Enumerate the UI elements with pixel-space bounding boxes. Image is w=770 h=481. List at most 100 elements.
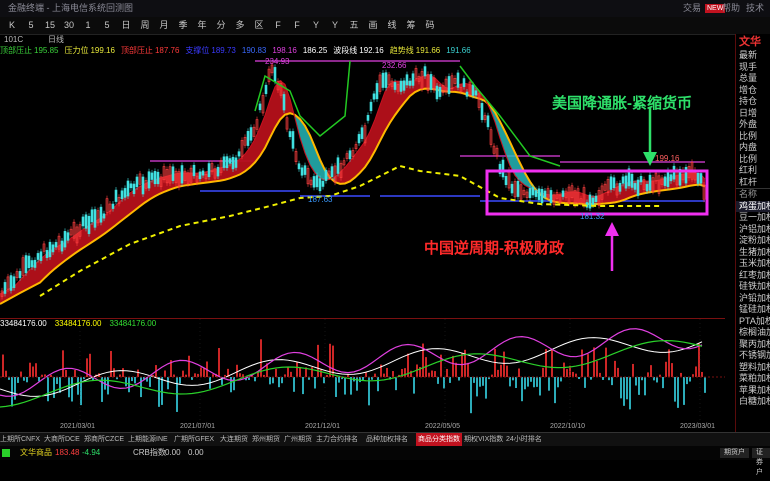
price-label-p1: 234.93 [265, 57, 290, 66]
candle-body [465, 91, 469, 97]
toolbar-button-15[interactable]: F [289, 19, 305, 32]
candle-body [369, 101, 373, 112]
candle-body [48, 241, 52, 258]
symbol-code[interactable]: 101C [4, 35, 23, 45]
instrument-list-item[interactable]: 玉米加权 [736, 258, 770, 270]
toolbar-button-4[interactable]: 1 [80, 19, 96, 32]
candle-body [207, 163, 211, 178]
candle-body [282, 94, 286, 111]
toolbar-button-6[interactable]: 日 [118, 19, 134, 32]
toolbar: K 5 15 30 1 5 日周月季年分多区 F F Y Y 五画线筹码 [0, 17, 770, 35]
instrument-list-item[interactable]: 生猪加权 [736, 247, 770, 259]
toolbar-button-7[interactable]: 周 [137, 19, 153, 32]
legend-value-0: 195.85 [34, 46, 59, 55]
candle-body [66, 232, 70, 241]
toolbar-button-11[interactable]: 分 [213, 19, 229, 32]
toolbar-button-18[interactable]: 五 [346, 19, 362, 32]
candle-body [198, 171, 202, 179]
legend-value-3: 189.73 [211, 46, 236, 55]
candle-body [45, 250, 49, 258]
tab-9[interactable]: 品种加权排名 [366, 433, 408, 446]
tab-10[interactable]: 商品分类指数 [416, 433, 462, 446]
futures-account-button[interactable]: 期货户 [720, 448, 749, 458]
tab-5[interactable]: 大连期货 [220, 433, 248, 446]
instrument-list-item[interactable]: 沪铅加权 [736, 293, 770, 305]
candle-body [663, 176, 667, 186]
instrument-list-item[interactable]: 菜粕加权 [736, 373, 770, 385]
tab-2[interactable]: 郑商所CZCE [84, 433, 124, 446]
instrument-list-item[interactable]: 棕榈油加权 [736, 327, 770, 339]
instrument-list-item[interactable]: 聚丙加权 [736, 339, 770, 351]
instrument-list-item[interactable]: 不锈钢加权 [736, 350, 770, 362]
tab-4[interactable]: 广期所GFEX [174, 433, 214, 446]
toolbar-button-2[interactable]: 15 [42, 19, 58, 32]
tab-6[interactable]: 郑州期货 [252, 433, 280, 446]
quote-field-3: 增仓 [739, 84, 758, 95]
legend-value-6: 186.25 [302, 46, 328, 55]
tab-3[interactable]: 上期能源INE [128, 433, 168, 446]
tab-8[interactable]: 主力合约排名 [316, 433, 358, 446]
candle-body [291, 131, 295, 149]
candle-body [249, 127, 253, 141]
candle-body [156, 171, 160, 185]
instrument-list-item[interactable]: PTA加权 [736, 316, 770, 328]
help-button[interactable]: 帮助 [722, 0, 740, 17]
toolbar-button-21[interactable]: 筹 [403, 19, 419, 32]
candle-body [99, 206, 103, 223]
candle-body [318, 178, 322, 192]
toolbar-button-8[interactable]: 月 [156, 19, 172, 32]
legend-value-1: 199.16 [90, 46, 115, 55]
instrument-list-item[interactable]: 苹果加权 [736, 385, 770, 397]
candle-body [321, 180, 325, 187]
volume-indicator-chart[interactable]: 2021/03/01 2021/07/01 2021/12/01 2022/05/05… [0, 318, 725, 431]
candle-body [438, 86, 442, 97]
instrument-list-item[interactable]: 白糖加权 [736, 396, 770, 408]
toolbar-button-20[interactable]: 线 [384, 19, 400, 32]
instrument-list-item[interactable]: 沪铝加权 [736, 224, 770, 236]
toolbar-button-19[interactable]: 画 [365, 19, 381, 32]
tech-button[interactable]: 技术 [746, 0, 764, 17]
instrument-list-item[interactable]: 红枣加权 [736, 270, 770, 282]
instrument-list-item[interactable]: 塑料加权 [736, 362, 770, 374]
candle-body [348, 150, 352, 160]
candle-body [594, 195, 598, 203]
candle-body [648, 174, 652, 191]
tab-12[interactable]: 24小时排名 [506, 433, 542, 446]
instrument-list-item[interactable]: 鸡蛋加权 [736, 200, 770, 212]
title-bar: 金融终端 - 上海电信 系统回测图 交易 NEW 帮助 技术 [0, 0, 770, 17]
tab-11[interactable]: 期权VIX指数 [464, 433, 503, 446]
candle-body [237, 151, 241, 157]
toolbar-button-10[interactable]: 年 [194, 19, 210, 32]
tab-0[interactable]: 上期所CNFX [0, 433, 40, 446]
toolbar-button-3[interactable]: 30 [61, 19, 77, 32]
toolbar-button-14[interactable]: F [270, 19, 286, 32]
toolbar-button-1[interactable]: 5 [23, 19, 39, 32]
period-select[interactable]: 日线 [48, 35, 64, 45]
toolbar-button-0[interactable]: K [4, 19, 20, 32]
candle-body [102, 213, 106, 219]
trade-button[interactable]: 交易 [683, 0, 701, 17]
instrument-list-item[interactable]: 锰硅加权 [736, 304, 770, 316]
toolbar-button-16[interactable]: Y [308, 19, 324, 32]
candle-body [132, 183, 136, 194]
legend-value-2: 187.76 [154, 46, 180, 55]
toolbar-button-9[interactable]: 季 [175, 19, 191, 32]
quote-panel: 文华 最新现手总量增仓持仓日增外盘比例内盘比例红利杠杆 名称 鸡蛋加权豆一加权沪… [735, 34, 770, 432]
toolbar-button-17[interactable]: Y [327, 19, 343, 32]
instrument-list-item[interactable]: 硅铁加权 [736, 281, 770, 293]
toolbar-button-5[interactable]: 5 [99, 19, 115, 32]
instrument-list-item[interactable]: 淀粉加权 [736, 235, 770, 247]
tab-7[interactable]: 广州期货 [284, 433, 312, 446]
securities-account-button[interactable]: 证券户 [752, 448, 770, 476]
tab-1[interactable]: 大商所DCE [44, 433, 80, 446]
candle-body [618, 182, 622, 192]
candle-body [9, 275, 13, 291]
candle-body [621, 176, 625, 184]
toolbar-button-13[interactable]: 区 [251, 19, 267, 32]
instrument-list-item[interactable]: 豆一加权 [736, 212, 770, 224]
x-axis-date-label: 2022/05/05 [425, 423, 460, 430]
toolbar-button-22[interactable]: 码 [422, 19, 438, 32]
toolbar-button-12[interactable]: 多 [232, 19, 248, 32]
status-item2-name: CRB指数 [133, 448, 166, 457]
candle-body [93, 209, 97, 228]
